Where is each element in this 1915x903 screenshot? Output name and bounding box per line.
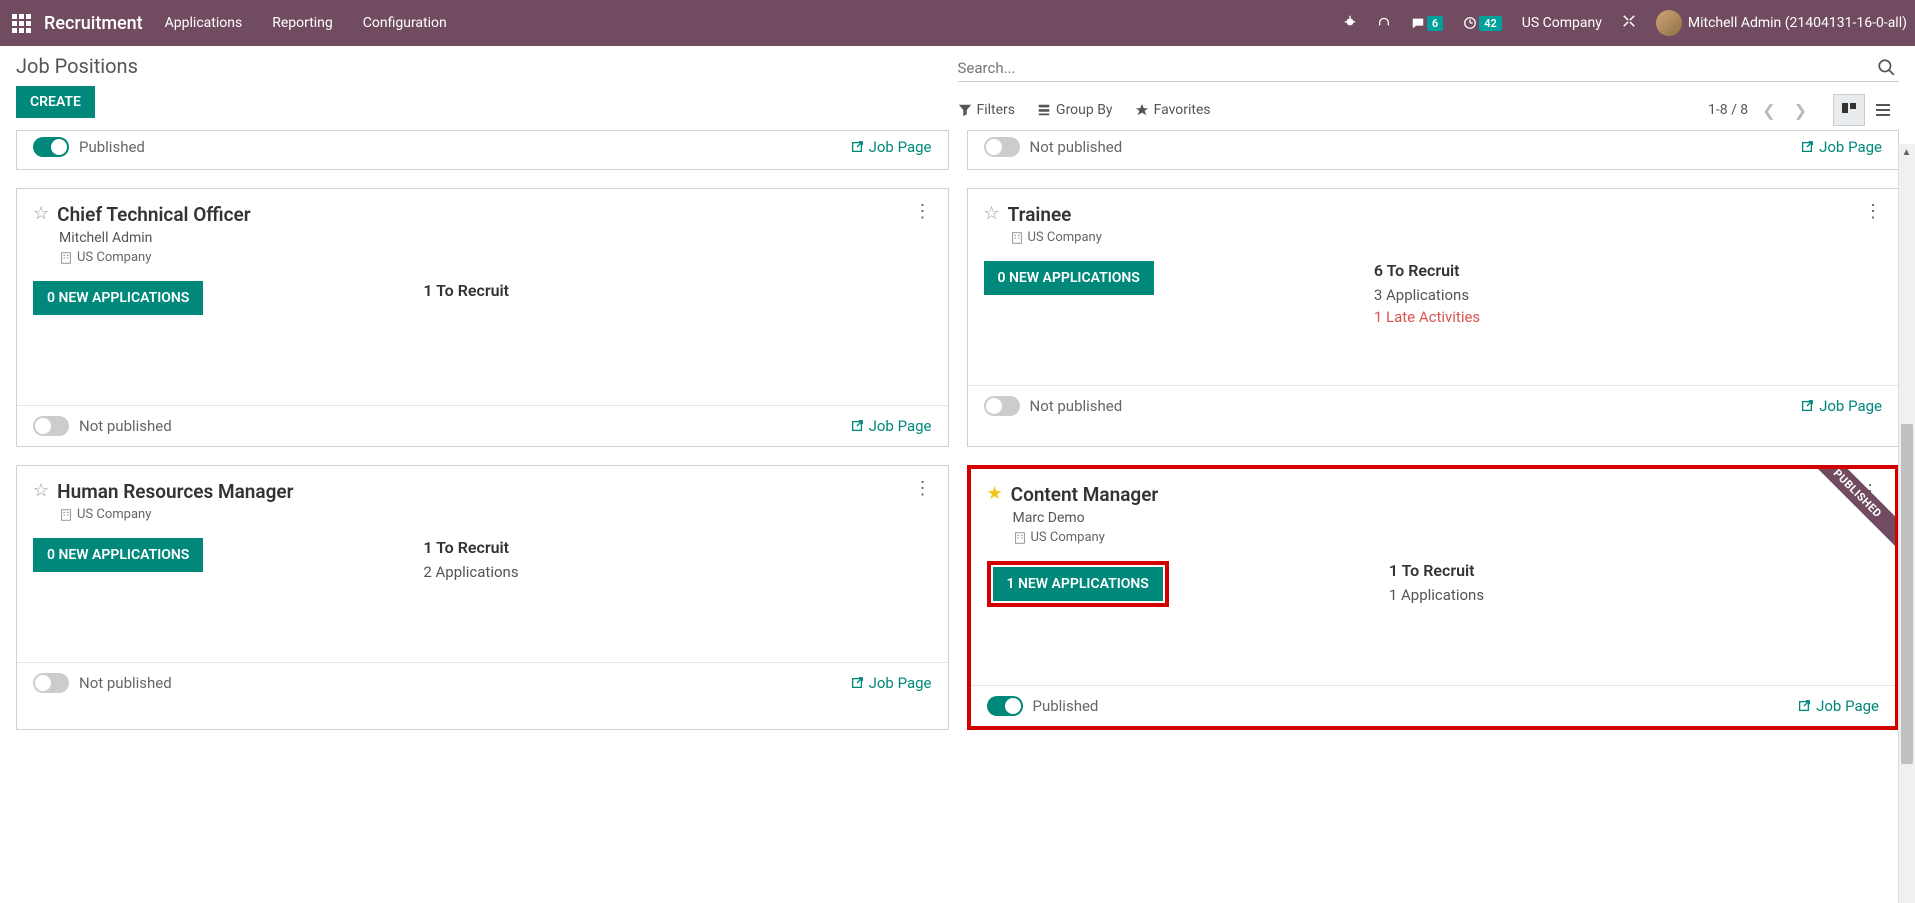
support-icon[interactable] xyxy=(1377,14,1391,32)
card-company: US Company xyxy=(968,226,1899,245)
star-icon[interactable]: ☆ xyxy=(984,203,1000,224)
card-subtitle: Mitchell Admin xyxy=(17,226,948,246)
nav-applications[interactable]: Applications xyxy=(165,15,243,31)
card-title: Human Resources Manager xyxy=(57,480,293,503)
avatar xyxy=(1656,10,1682,36)
publish-label: Published xyxy=(79,138,145,156)
new-applications-button[interactable]: 1 NEW APPLICATIONS xyxy=(993,567,1163,601)
publish-label: Published xyxy=(1033,697,1099,715)
activities-icon[interactable]: 42 xyxy=(1463,16,1502,31)
search-icon[interactable] xyxy=(1877,58,1895,80)
user-menu[interactable]: Mitchell Admin (21404131-16-0-all) xyxy=(1656,10,1907,36)
job-card-partial[interactable]: Published Job Page xyxy=(16,130,949,170)
publish-toggle[interactable] xyxy=(987,696,1023,716)
to-recruit[interactable]: 1 To Recruit xyxy=(1389,561,1879,580)
job-card[interactable]: ☆ Human Resources Manager ⋮ US Company 0… xyxy=(16,465,949,730)
job-page-link[interactable]: Job Page xyxy=(850,417,932,435)
activities-badge: 42 xyxy=(1479,16,1502,31)
new-applications-button[interactable]: 0 NEW APPLICATIONS xyxy=(33,281,203,315)
apps-menu-icon[interactable] xyxy=(4,6,38,40)
applications-count[interactable]: 1 Applications xyxy=(1389,586,1879,604)
publish-toggle[interactable] xyxy=(33,673,69,693)
favorites-menu[interactable]: Favorites xyxy=(1135,102,1211,118)
page-title: Job Positions xyxy=(16,54,958,78)
card-subtitle: Marc Demo xyxy=(971,506,1896,526)
pager-text[interactable]: 1-8 / 8 xyxy=(1708,102,1748,118)
top-bar: Recruitment Applications Reporting Confi… xyxy=(0,0,1915,46)
messages-badge: 6 xyxy=(1427,16,1443,31)
groupby-menu[interactable]: Group By xyxy=(1037,102,1113,118)
to-recruit[interactable]: 1 To Recruit xyxy=(423,538,931,557)
card-title: Content Manager xyxy=(1011,483,1159,506)
new-applications-button[interactable]: 0 NEW APPLICATIONS xyxy=(984,261,1154,295)
job-page-link[interactable]: Job Page xyxy=(1797,697,1879,715)
job-page-link[interactable]: Job Page xyxy=(850,138,932,156)
app-brand[interactable]: Recruitment xyxy=(44,13,143,34)
nav-configuration[interactable]: Configuration xyxy=(363,15,447,31)
card-menu-icon[interactable]: ⋮ xyxy=(914,203,932,221)
company-switcher[interactable]: US Company xyxy=(1522,15,1602,31)
star-icon[interactable]: ☆ xyxy=(33,203,49,224)
job-page-link[interactable]: Job Page xyxy=(850,674,932,692)
card-menu-icon[interactable]: ⋮ xyxy=(914,480,932,498)
pager-next[interactable]: ❯ xyxy=(1790,99,1811,122)
publish-toggle[interactable] xyxy=(33,416,69,436)
applications-count[interactable]: 2 Applications xyxy=(423,563,931,581)
new-applications-button[interactable]: 0 NEW APPLICATIONS xyxy=(33,538,203,572)
publish-label: Not published xyxy=(79,417,172,435)
bug-icon[interactable] xyxy=(1343,14,1357,32)
list-view-button[interactable] xyxy=(1867,94,1899,126)
star-icon[interactable]: ☆ xyxy=(33,480,49,501)
publish-label: Not published xyxy=(79,674,172,692)
kanban-view-button[interactable] xyxy=(1833,94,1865,126)
search-input[interactable] xyxy=(958,59,1900,77)
job-page-link[interactable]: Job Page xyxy=(1800,138,1882,156)
control-panel: Job Positions CREATE Filters Group By Fa… xyxy=(0,46,1915,130)
filters-menu[interactable]: Filters xyxy=(958,102,1016,118)
star-icon[interactable]: ★ xyxy=(987,483,1003,504)
scrollbar-up-icon[interactable]: ▲ xyxy=(1898,144,1915,161)
late-activities[interactable]: 1 Late Activities xyxy=(1374,308,1882,326)
card-company: US Company xyxy=(971,526,1896,545)
to-recruit[interactable]: 1 To Recruit xyxy=(423,281,931,300)
publish-label: Not published xyxy=(1030,138,1123,156)
create-button[interactable]: CREATE xyxy=(16,86,95,118)
user-name: Mitchell Admin (21404131-16-0-all) xyxy=(1688,15,1907,31)
card-title: Chief Technical Officer xyxy=(57,203,250,226)
pager-prev[interactable]: ❮ xyxy=(1758,99,1779,122)
to-recruit[interactable]: 6 To Recruit xyxy=(1374,261,1882,280)
messages-icon[interactable]: 6 xyxy=(1411,16,1443,31)
job-page-link[interactable]: Job Page xyxy=(1800,397,1882,415)
scrollbar[interactable]: ▲ xyxy=(1898,144,1915,903)
card-title: Trainee xyxy=(1008,203,1072,226)
job-card[interactable]: ☆ Trainee ⋮ US Company 0 NEW APPLICATION… xyxy=(967,188,1900,447)
debug-tools-icon[interactable] xyxy=(1622,14,1636,32)
search-bar[interactable] xyxy=(958,54,1900,82)
nav-reporting[interactable]: Reporting xyxy=(272,15,333,31)
scrollbar-thumb[interactable] xyxy=(1901,424,1913,764)
job-card[interactable]: ☆ Chief Technical Officer ⋮ Mitchell Adm… xyxy=(16,188,949,447)
publish-label: Not published xyxy=(1030,397,1123,415)
card-menu-icon[interactable]: ⋮ xyxy=(1864,203,1882,221)
card-company: US Company xyxy=(17,503,948,522)
job-card[interactable]: PUBLISHED ★ Content Manager ⋮ Marc Demo … xyxy=(967,465,1900,730)
publish-toggle[interactable] xyxy=(984,396,1020,416)
card-company: US Company xyxy=(17,246,948,265)
applications-count[interactable]: 3 Applications xyxy=(1374,286,1882,304)
publish-toggle[interactable] xyxy=(984,137,1020,157)
publish-toggle[interactable] xyxy=(33,137,69,157)
job-card-partial[interactable]: Not published Job Page xyxy=(967,130,1900,170)
kanban-content: Published Job Page Not published Job Pag… xyxy=(0,130,1915,746)
